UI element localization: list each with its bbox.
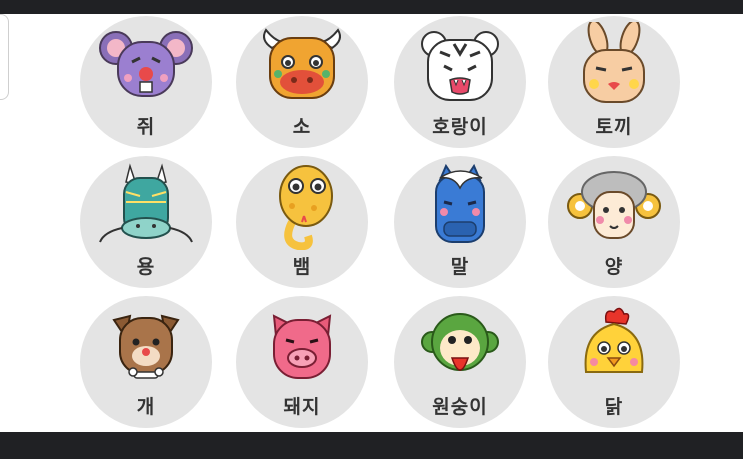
zodiac-label: 말 bbox=[450, 256, 470, 278]
zodiac-label: 돼지 bbox=[283, 396, 321, 418]
zodiac-tile-pig[interactable]: 돼지 bbox=[236, 296, 368, 428]
snake-face-icon bbox=[279, 165, 333, 250]
zodiac-label: 양 bbox=[604, 256, 624, 278]
zodiac-tile-sheep[interactable]: 양 bbox=[548, 156, 680, 288]
zodiac-tile-rabbit[interactable]: 토끼 bbox=[548, 16, 680, 148]
dog-face-icon bbox=[112, 314, 180, 379]
dragon-face-icon bbox=[99, 163, 193, 243]
rabbit-face-icon bbox=[583, 22, 645, 103]
zodiac-tile-ox[interactable]: 소 bbox=[236, 16, 368, 148]
zodiac-tile-dog[interactable]: 개 bbox=[80, 296, 212, 428]
zodiac-tile-horse[interactable]: 말 bbox=[394, 156, 526, 288]
zodiac-label: 토끼 bbox=[595, 116, 633, 138]
zodiac-label: 닭 bbox=[604, 396, 624, 418]
zodiac-label: 호랑이 bbox=[432, 116, 488, 138]
zodiac-label: 용 bbox=[136, 256, 156, 278]
zodiac-tile-dragon[interactable]: 용 bbox=[80, 156, 212, 288]
zodiac-label: 쥐 bbox=[136, 116, 156, 138]
horse-face-icon bbox=[435, 163, 485, 243]
rooster-face-icon bbox=[584, 307, 644, 373]
pig-face-icon bbox=[272, 314, 332, 379]
rat-face-icon bbox=[99, 31, 193, 97]
zodiac-tile-snake[interactable]: 뱀 bbox=[236, 156, 368, 288]
ox-face-icon bbox=[263, 28, 341, 99]
sheep-face-icon bbox=[567, 171, 661, 239]
tiger-face-icon bbox=[421, 31, 499, 101]
zodiac-label: 원숭이 bbox=[432, 396, 488, 418]
zodiac-label: 개 bbox=[136, 396, 156, 418]
zodiac-label: 뱀 bbox=[292, 256, 312, 278]
zodiac-tile-rat[interactable]: 쥐 bbox=[80, 16, 212, 148]
bottom-navigation-bar bbox=[0, 432, 743, 459]
zodiac-grid: 쥐 소 호랑이 토끼 용 뱀 말 양 개 돼지 원숭이 닭 bbox=[0, 0, 743, 459]
monkey-face-icon bbox=[421, 313, 499, 371]
zodiac-label: 소 bbox=[292, 116, 312, 138]
zodiac-tile-rooster[interactable]: 닭 bbox=[548, 296, 680, 428]
zodiac-tile-tiger[interactable]: 호랑이 bbox=[394, 16, 526, 148]
zodiac-tile-monkey[interactable]: 원숭이 bbox=[394, 296, 526, 428]
